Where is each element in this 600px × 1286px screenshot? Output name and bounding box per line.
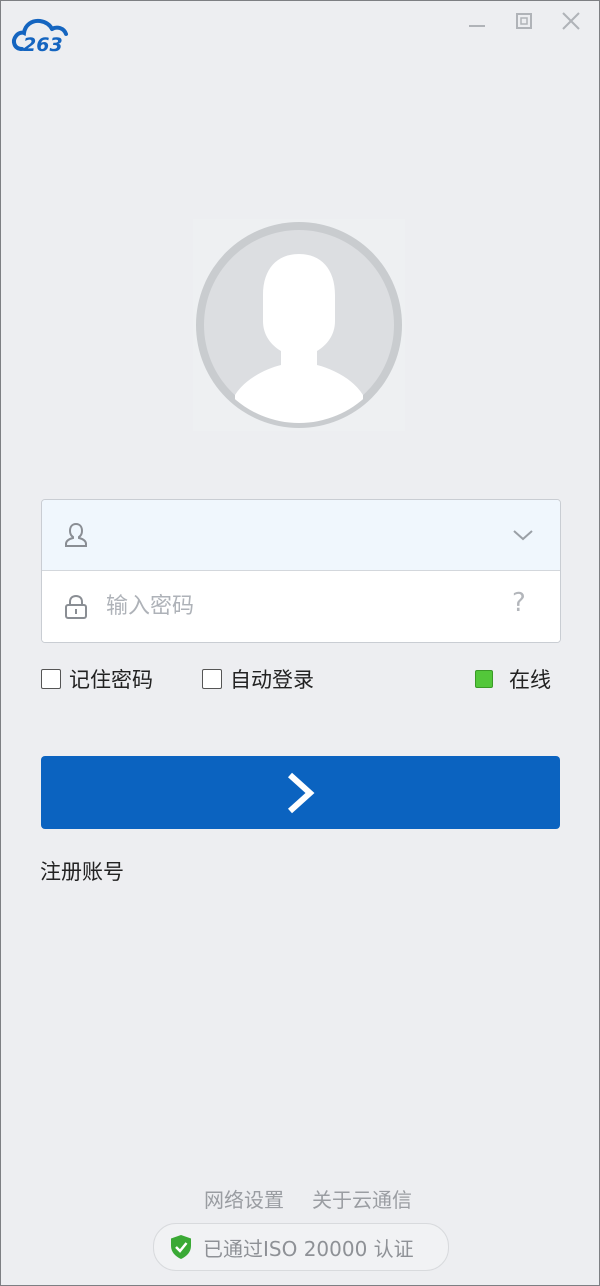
auto-login-checkbox[interactable] <box>202 669 222 689</box>
password-row: ? <box>42 571 560 642</box>
iso-certification-text: 已通过ISO 20000 认证 <box>203 1236 414 1261</box>
iso-certification-badge: 已通过ISO 20000 认证 <box>153 1223 449 1271</box>
remember-password-label: 记住密码 <box>69 668 153 692</box>
online-status-selector[interactable]: 在线 <box>475 665 551 693</box>
default-user-avatar-icon <box>193 219 405 431</box>
footer-links: 网络设置 关于云通信 <box>1 1184 599 1213</box>
login-form: ? <box>41 499 561 643</box>
minimize-button[interactable] <box>464 9 490 33</box>
maximize-icon <box>516 13 532 29</box>
about-link[interactable]: 关于云通信 <box>312 1184 412 1213</box>
lock-icon <box>61 592 91 622</box>
forgot-password-help[interactable]: ? <box>512 588 534 622</box>
username-row <box>42 500 560 571</box>
user-icon <box>61 520 91 550</box>
online-status-label: 在线 <box>509 668 551 692</box>
app-logo: 263 <box>10 13 82 57</box>
chevron-down-icon <box>513 530 533 541</box>
close-icon <box>562 12 580 30</box>
register-account-link[interactable]: 注册账号 <box>40 856 124 886</box>
chevron-right-icon <box>287 772 314 813</box>
user-avatar <box>193 219 405 431</box>
close-button[interactable] <box>558 9 584 33</box>
network-settings-link[interactable]: 网络设置 <box>204 1184 284 1213</box>
username-input[interactable] <box>106 513 496 557</box>
shield-check-icon <box>171 1235 191 1259</box>
account-dropdown-button[interactable] <box>510 524 536 546</box>
minimize-icon <box>469 25 485 27</box>
maximize-button[interactable] <box>511 9 537 33</box>
svg-text:263: 263 <box>23 34 63 56</box>
online-status-indicator-icon <box>475 670 493 688</box>
cloud-263-logo-icon: 263 <box>12 18 68 56</box>
remember-password-checkbox[interactable] <box>41 669 61 689</box>
auto-login-label: 自动登录 <box>230 668 314 692</box>
login-window: 263 ? 记住密码 自动登录 在线 注册账号 网络设置 关于云通信 已通过IS… <box>0 0 600 1286</box>
auto-login-option[interactable]: 自动登录 <box>202 665 314 693</box>
remember-password-option[interactable]: 记住密码 <box>41 665 153 693</box>
password-input[interactable] <box>106 584 496 628</box>
login-button[interactable] <box>41 756 560 829</box>
